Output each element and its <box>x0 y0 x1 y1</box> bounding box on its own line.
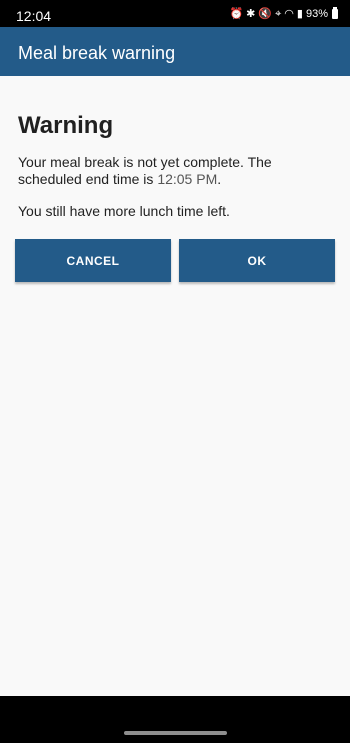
bluetooth-icon: ✱ <box>246 8 256 20</box>
navigation-bar <box>0 696 350 743</box>
message-text: Your meal break is not yet complete. The… <box>18 154 272 187</box>
location-icon: ⌖ <box>275 8 282 20</box>
end-time: 12:05 PM <box>157 171 218 187</box>
wifi-icon: ◠ <box>284 8 294 20</box>
message-end: . <box>217 171 222 187</box>
battery-icon <box>332 7 338 19</box>
lunch-message: You still have more lunch time left. <box>18 203 230 219</box>
ok-button[interactable]: OK <box>179 239 335 282</box>
status-icons: ⏰ ✱ 🔇 ⌖ ◠ ▮ 93% <box>229 7 338 20</box>
status-time: 12:04 <box>16 8 52 24</box>
home-gesture-handle[interactable] <box>124 731 227 735</box>
app-bar: Meal break warning <box>0 27 350 76</box>
device-screen: 12:04 ⏰ ✱ 🔇 ⌖ ◠ ▮ 93% Meal break warning… <box>0 0 350 743</box>
warning-message: Your meal break is not yet complete. The… <box>18 154 338 188</box>
dialog-content: Warning Your meal break is not yet compl… <box>0 76 350 696</box>
mute-icon: 🔇 <box>258 8 273 20</box>
signal-icon: ▮ <box>296 8 303 20</box>
status-bar: 12:04 ⏰ ✱ 🔇 ⌖ ◠ ▮ 93% <box>0 0 350 27</box>
warning-heading: Warning <box>18 112 114 139</box>
app-bar-title: Meal break warning <box>18 43 176 63</box>
cancel-button[interactable]: CANCEL <box>15 239 171 282</box>
alarm-icon: ⏰ <box>229 8 244 20</box>
battery-percent: 93% <box>305 8 328 20</box>
